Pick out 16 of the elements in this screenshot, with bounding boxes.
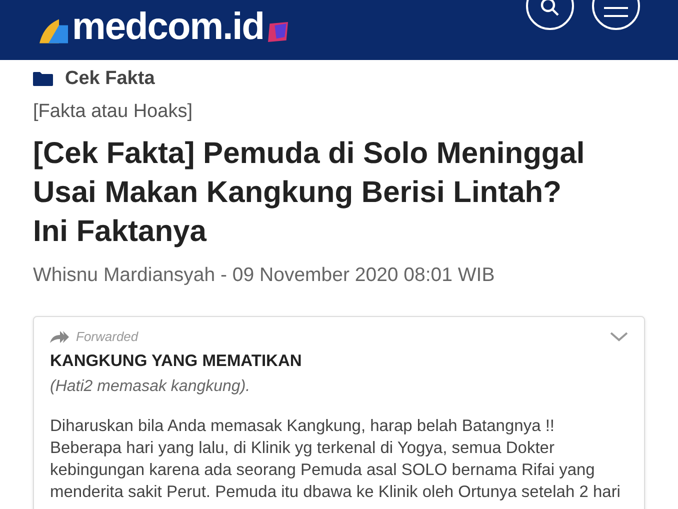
message-line: Beberapa hari yang lalu, di Klinik yg terkenal di Yogya, semua Dokter — [50, 438, 556, 458]
article-title: [Cek Fakta] Pemuda di Solo Meninggal Usai Makan Kangkung Berisi Lintah? Ini Faktanya — [33, 136, 586, 250]
forward-icon — [50, 331, 70, 343]
chevron-down-icon[interactable] — [610, 332, 628, 342]
message-line: Diharuskan bila Anda memasak Kangkung, harap belah Batangnya !! — [50, 416, 556, 436]
message-line: kebingungan karena ada seorang Pemuda asal SOLO bernama Rifai yang — [50, 460, 596, 480]
site-logo[interactable]: medcom.id — [72, 8, 264, 46]
article-byline: Whisnu Mardiansyah - 09 November 2020 08:01 WIB — [33, 263, 496, 288]
folder-icon — [33, 72, 53, 86]
logo-badge-icon — [268, 22, 288, 42]
message-subheading: (Hati2 memasak kangkung). — [50, 376, 252, 396]
subcategory-label: [Fakta atau Hoaks] — [33, 100, 194, 124]
message-line: menderita sakit Perut. Pemuda itu dbawa ke Klinik oleh Ortunya setelah 2 hari — [50, 482, 622, 502]
forwarded-label: Forwarded — [76, 328, 138, 346]
category-link[interactable]: Cek Fakta — [65, 65, 155, 94]
message-heading: KANGKUNG YANG MEMATIKAN — [50, 350, 303, 372]
